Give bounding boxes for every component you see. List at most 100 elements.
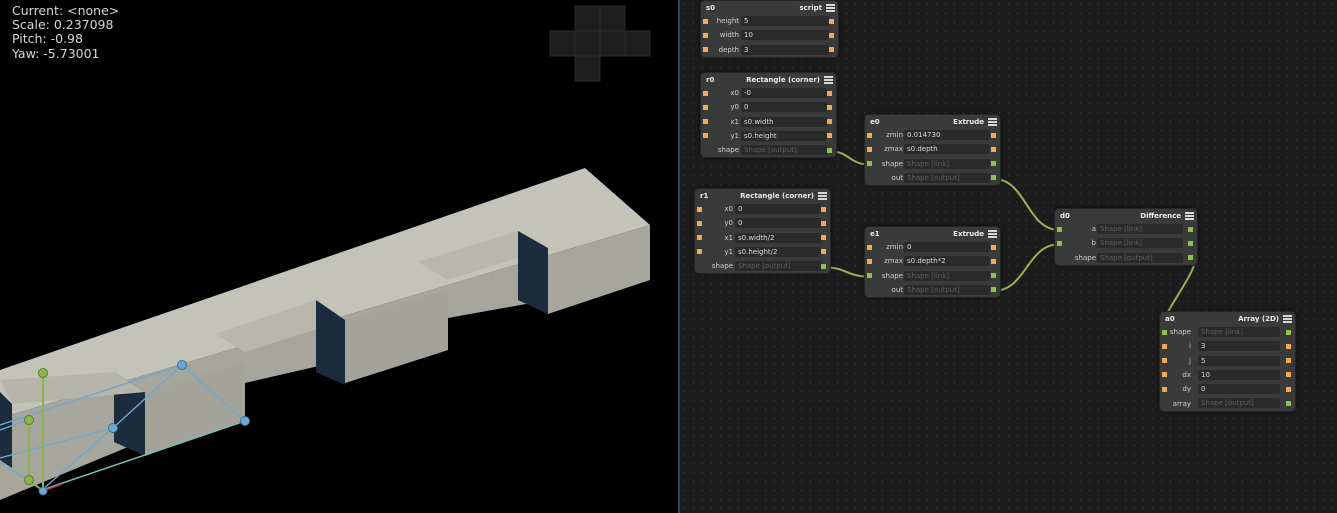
input-port[interactable] xyxy=(1162,386,1167,392)
expression-input[interactable]: 0 xyxy=(1198,384,1280,395)
input-port[interactable] xyxy=(1162,372,1167,378)
expression-input[interactable]: s0.depth xyxy=(904,144,990,155)
menu-icon[interactable] xyxy=(1283,314,1292,323)
expression-input[interactable]: -0 xyxy=(741,88,827,98)
3d-scene[interactable] xyxy=(0,0,678,513)
expression-input[interactable]: 3 xyxy=(1198,341,1280,352)
3d-viewport[interactable]: Current: <none> Scale: 0.237098 Pitch: -… xyxy=(0,0,678,513)
input-port[interactable] xyxy=(867,258,872,264)
menu-icon[interactable] xyxy=(988,117,997,126)
output-port[interactable] xyxy=(821,235,826,241)
output-port[interactable] xyxy=(821,206,826,212)
input-port[interactable] xyxy=(703,32,708,38)
connection-wire[interactable] xyxy=(993,177,1060,231)
expression-input[interactable]: 3 xyxy=(741,44,829,55)
output-port[interactable] xyxy=(1286,401,1291,407)
node-e1[interactable]: e1 Extrude zmin 0 zmax s0.depth*2 shape Shape [… xyxy=(865,227,1000,298)
expression-input[interactable]: 0.014730 xyxy=(904,130,990,140)
expression-input[interactable]: 0 xyxy=(735,204,821,214)
input-port[interactable] xyxy=(703,133,708,139)
output-port[interactable] xyxy=(1286,343,1291,349)
output-port[interactable] xyxy=(821,220,826,226)
shape-field[interactable]: Shape [output] xyxy=(1097,252,1183,263)
input-port[interactable] xyxy=(703,47,708,53)
handle-point[interactable] xyxy=(240,416,250,426)
input-port[interactable] xyxy=(867,132,872,138)
expression-input[interactable]: 10 xyxy=(1198,369,1280,380)
output-port[interactable] xyxy=(991,132,996,138)
node-header[interactable]: a0 Array (2D) xyxy=(1160,312,1295,325)
input-port[interactable] xyxy=(697,249,702,255)
output-port[interactable] xyxy=(991,244,996,250)
node-header[interactable]: e1 Extrude xyxy=(865,227,1000,240)
input-port[interactable] xyxy=(1057,240,1062,246)
input-port[interactable] xyxy=(1162,329,1167,335)
handle-point[interactable] xyxy=(177,360,187,370)
shape-field[interactable]: Shape [link] xyxy=(904,158,990,169)
node-e0[interactable]: e0 Extrude zmin 0.014730 zmax s0.depth shape Sh… xyxy=(865,115,1000,186)
connection-wire[interactable] xyxy=(823,266,870,278)
node-header[interactable]: r0 Rectangle (corner) xyxy=(701,73,836,86)
input-port[interactable] xyxy=(1162,343,1167,349)
output-port[interactable] xyxy=(821,249,826,255)
input-port[interactable] xyxy=(703,119,708,125)
expression-input[interactable]: s0.width xyxy=(741,116,827,127)
input-port[interactable] xyxy=(1057,226,1062,232)
shape-field[interactable]: Shape [output] xyxy=(735,261,821,272)
expression-input[interactable]: 10 xyxy=(741,30,829,41)
menu-icon[interactable] xyxy=(824,75,833,84)
input-port[interactable] xyxy=(697,220,702,226)
expression-input[interactable]: s0.height/2 xyxy=(735,246,821,257)
menu-icon[interactable] xyxy=(988,229,997,238)
shape-field[interactable]: Shape [output] xyxy=(1198,398,1280,409)
shape-field[interactable]: Shape [link] xyxy=(1097,224,1183,234)
input-port[interactable] xyxy=(867,161,872,167)
expression-input[interactable]: s0.height xyxy=(741,130,827,141)
output-port[interactable] xyxy=(991,273,996,279)
handle-point[interactable] xyxy=(38,368,48,378)
node-header[interactable]: e0 Extrude xyxy=(865,115,1000,128)
input-port[interactable] xyxy=(697,235,702,241)
expression-input[interactable]: 5 xyxy=(741,16,829,26)
output-port[interactable] xyxy=(991,146,996,152)
handle-point[interactable] xyxy=(38,486,48,496)
shape-field[interactable]: Shape [output] xyxy=(904,284,990,295)
output-port[interactable] xyxy=(827,119,832,125)
output-port[interactable] xyxy=(1188,255,1193,261)
output-port[interactable] xyxy=(991,161,996,167)
output-port[interactable] xyxy=(829,18,834,24)
node-s0[interactable]: s0 script height 5 width 10 depth 3 xyxy=(701,1,838,57)
input-port[interactable] xyxy=(867,244,872,250)
node-graph-canvas[interactable]: s0 script height 5 width 10 depth 3 r0 Rectangle … xyxy=(680,0,1337,513)
input-port[interactable] xyxy=(703,18,708,24)
shape-field[interactable]: Shape [link] xyxy=(1097,238,1183,249)
output-port[interactable] xyxy=(821,263,826,269)
handle-point[interactable] xyxy=(24,475,34,485)
expression-input[interactable]: 5 xyxy=(1198,355,1280,366)
output-port[interactable] xyxy=(827,133,832,139)
node-r0[interactable]: r0 Rectangle (corner) x0 -0 y0 0 x1 s0.width y1 s… xyxy=(701,73,836,158)
shape-field[interactable]: Shape [link] xyxy=(904,270,990,281)
expression-input[interactable]: s0.depth*2 xyxy=(904,256,990,267)
menu-icon[interactable] xyxy=(826,3,835,12)
input-port[interactable] xyxy=(867,273,872,279)
output-port[interactable] xyxy=(829,47,834,53)
node-header[interactable]: d0 Difference xyxy=(1055,209,1197,222)
input-port[interactable] xyxy=(697,206,702,212)
expression-input[interactable]: 0 xyxy=(741,102,827,113)
expression-input[interactable]: s0.width/2 xyxy=(735,232,821,243)
node-header[interactable]: s0 script xyxy=(701,1,838,14)
handle-point[interactable] xyxy=(24,415,34,425)
expression-input[interactable]: 0 xyxy=(735,218,821,229)
output-port[interactable] xyxy=(1286,329,1291,335)
output-port[interactable] xyxy=(1286,386,1291,392)
input-port[interactable] xyxy=(703,104,708,110)
node-a0[interactable]: a0 Array (2D) shape Shape [link] i 3 j 5 dx 10 dy 0… xyxy=(1160,312,1295,411)
output-port[interactable] xyxy=(827,104,832,110)
input-port[interactable] xyxy=(703,90,708,96)
output-port[interactable] xyxy=(1188,240,1193,246)
menu-icon[interactable] xyxy=(818,191,827,200)
output-port[interactable] xyxy=(991,175,996,181)
view-cube[interactable] xyxy=(549,5,651,82)
handle-point[interactable] xyxy=(108,423,118,433)
